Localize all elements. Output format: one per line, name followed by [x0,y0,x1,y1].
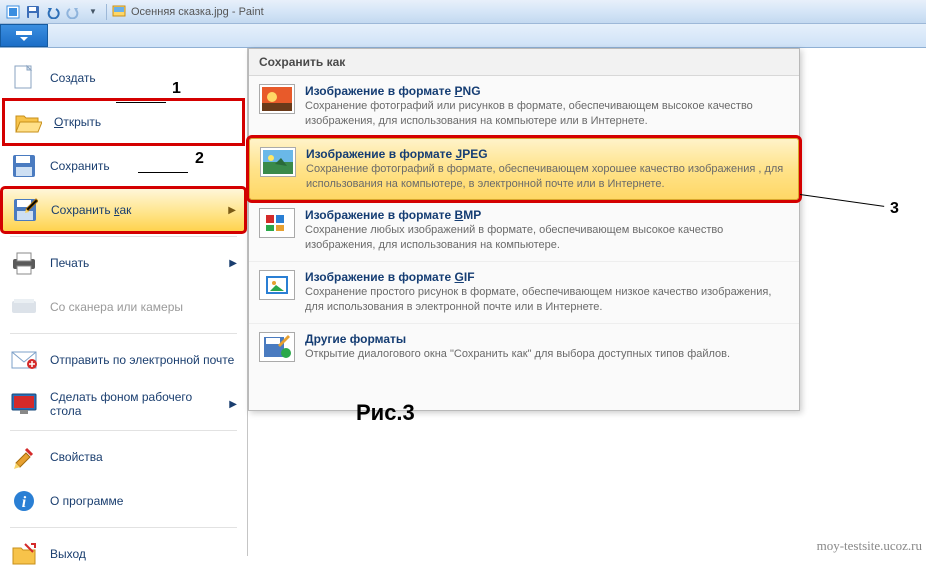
submenu-item-png[interactable]: Изображение в формате PNG Сохранение фот… [249,76,799,138]
menu-open[interactable]: Открыть [4,100,243,144]
separator [10,333,237,334]
chevron-right-icon: ▶ [229,399,237,410]
annotation-2: 2 [195,150,204,168]
menu-label: Сохранить [50,159,237,173]
desktop-icon [10,390,38,418]
annotation-line [116,102,166,103]
submenu-item-title: Изображение в формате JPEG [306,147,788,161]
menu-label: Создать [50,71,237,85]
menu-label: Выход [50,547,237,561]
figure-caption: Рис.3 [356,400,415,426]
ribbon [0,24,926,48]
submenu-item-title: Изображение в формате PNG [305,84,789,98]
submenu-item-desc: Сохранение фотографий в формате, обеспеч… [306,162,788,192]
menu-label: Открыть [54,115,233,129]
qat-dropdown-icon[interactable]: ▼ [84,3,102,21]
submenu-item-title: Изображение в формате GIF [305,270,789,284]
submenu-item-other[interactable]: Другие форматы Открытие диалогового окна… [249,324,799,370]
submenu-item-title: Другие форматы [305,332,789,346]
submenu-item-desc: Открытие диалогового окна "Сохранить как… [305,347,789,362]
submenu-item-bmp[interactable]: Изображение в формате BMP Сохранение люб… [249,200,799,262]
save-as-submenu: Сохранить как Изображение в формате PNG … [248,48,800,411]
exit-icon [10,540,38,568]
menu-label: Отправить по электронной почте [50,353,237,367]
menu-label: О программе [50,494,237,508]
gif-icon [259,270,295,300]
document-icon [111,4,127,20]
menu-label: Печать [50,256,217,270]
submenu-item-desc: Сохранение любых изображений в формате, … [305,223,789,253]
submenu-item-desc: Сохранение простого рисунок в формате, о… [305,285,789,315]
file-menu: Создать Открыть Сохранить Сохранить как … [0,48,248,556]
open-icon [14,108,42,136]
menu-about[interactable]: i О программе [0,479,247,523]
chevron-right-icon: ▶ [228,205,236,216]
info-icon: i [10,487,38,515]
submenu-item-gif[interactable]: Изображение в формате GIF Сохранение про… [249,262,799,324]
menu-new[interactable]: Создать [0,56,247,100]
menu-print[interactable]: Печать ▶ [0,241,247,285]
annotation-3: 3 [890,200,899,218]
submenu-header: Сохранить как [249,49,799,76]
undo-icon[interactable] [44,3,62,21]
titlebar: ▼ Осенняя сказка.jpg - Paint [0,0,926,24]
menu-save-as[interactable]: Сохранить как ▶ [2,188,245,232]
save-as-icon [11,196,39,224]
bmp-icon [259,208,295,238]
menu-label: Сохранить как [51,203,216,217]
scanner-icon [10,293,38,321]
jpeg-icon [260,147,296,177]
file-backstage: Создать Открыть Сохранить Сохранить как … [0,48,926,556]
properties-icon [10,443,38,471]
submenu-item-jpeg[interactable]: Изображение в формате JPEG Сохранение фо… [249,138,799,201]
menu-label: Сделать фоном рабочего стола [50,390,217,418]
menu-scanner: Со сканера или камеры [0,285,247,329]
menu-send-email[interactable]: Отправить по электронной почте [0,338,247,382]
print-icon [10,249,38,277]
submenu-item-title: Изображение в формате BMP [305,208,789,222]
annotation-1: 1 [172,80,181,98]
save-icon[interactable] [24,3,42,21]
watermark: moy-testsite.ucoz.ru [817,538,922,554]
file-tab[interactable] [0,24,48,47]
submenu-item-desc: Сохранение фотографий или рисунков в фор… [305,99,789,129]
menu-label: Со сканера или камеры [50,300,237,314]
email-icon [10,346,38,374]
menu-save[interactable]: Сохранить [0,144,247,188]
menu-exit[interactable]: Выход [0,532,247,576]
separator [10,430,237,431]
menu-properties[interactable]: Свойства [0,435,247,479]
paint-app-icon[interactable] [4,3,22,21]
svg-text:i: i [22,494,27,511]
save-icon [10,152,38,180]
menu-desktop-bg[interactable]: Сделать фоном рабочего стола ▶ [0,382,247,426]
window-title: Осенняя сказка.jpg - Paint [131,6,264,18]
separator [10,236,237,237]
chevron-right-icon: ▶ [229,258,237,269]
redo-icon[interactable] [64,3,82,21]
other-formats-icon [259,332,295,362]
menu-label: Свойства [50,450,237,464]
new-icon [10,64,38,92]
annotation-line [138,172,188,173]
separator [10,527,237,528]
quick-access-toolbar: ▼ [4,3,102,21]
png-icon [259,84,295,114]
